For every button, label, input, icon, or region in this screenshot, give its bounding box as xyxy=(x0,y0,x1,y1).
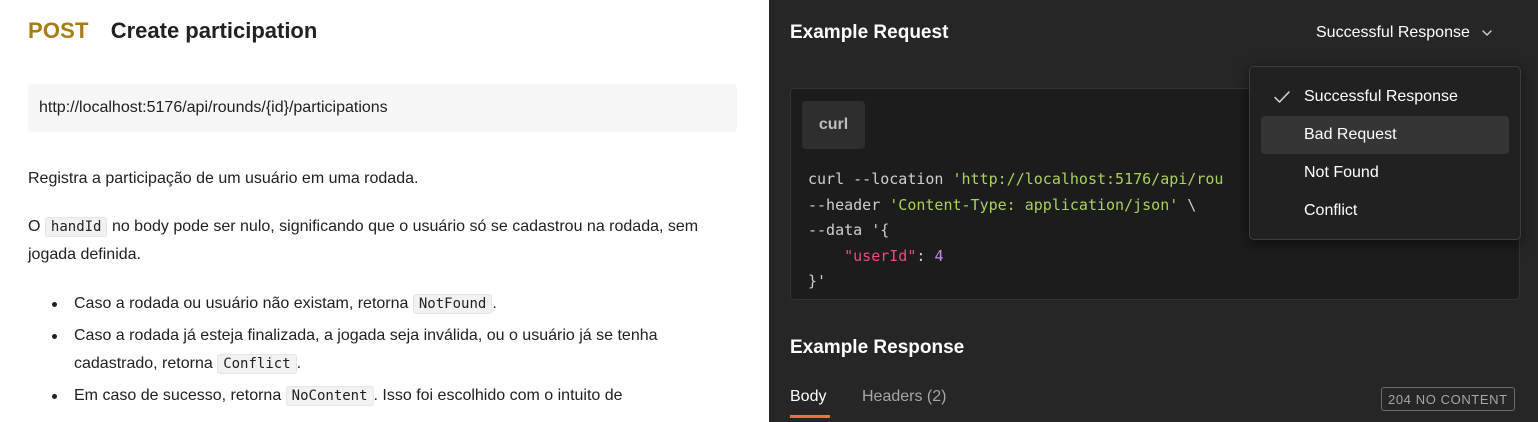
code-token: curl --location xyxy=(808,170,953,188)
inline-code-nocontent: NoContent xyxy=(285,386,374,406)
check-icon xyxy=(1274,91,1290,103)
code-token: }' xyxy=(808,272,827,290)
response-example-select[interactable]: Successful Response xyxy=(1316,24,1494,42)
tab-body[interactable]: Body xyxy=(790,388,831,418)
endpoint-url-text: http://localhost:5176/api/rounds/{id}/pa… xyxy=(39,99,388,116)
example-response-title: Example Response xyxy=(790,337,965,358)
code-snippet[interactable]: curl --location 'http://localhost:5176/a… xyxy=(808,167,1223,295)
list-item-text: Em caso de sucesso, retorna xyxy=(74,387,282,404)
inline-code-conflict: Conflict xyxy=(217,354,297,374)
http-method-label: POST xyxy=(28,18,89,43)
paragraph-prefix: O xyxy=(28,218,41,235)
menu-item-label: Bad Request xyxy=(1304,126,1397,143)
menu-item-conflict[interactable]: Conflict xyxy=(1261,192,1509,230)
example-pane: Example Request Successful Response curl… xyxy=(769,0,1538,422)
tab-headers[interactable]: Headers (2) xyxy=(862,388,946,406)
code-token: \ xyxy=(1178,195,1197,214)
list-item: Em caso de sucesso, retorna NoContent. I… xyxy=(50,382,710,410)
response-notes-list: Caso a rodada ou usuário não existam, re… xyxy=(50,290,710,414)
example-request-title: Example Request xyxy=(790,22,949,43)
description-paragraph: Registra a participação de um usuário em… xyxy=(28,170,419,187)
chevron-down-icon xyxy=(1482,30,1492,36)
menu-item-label: Conflict xyxy=(1304,202,1358,219)
language-selector[interactable]: curl xyxy=(802,101,865,149)
list-item: Caso a rodada já esteja finalizada, a jo… xyxy=(50,322,710,378)
endpoint-name: Create participation xyxy=(110,18,318,43)
handid-paragraph: O handId no body pode ser nulo, signific… xyxy=(28,213,728,268)
code-token: "userId" xyxy=(844,246,917,265)
endpoint-url[interactable]: http://localhost:5176/api/rounds/{id}/pa… xyxy=(28,84,737,132)
status-badge: 204 NO CONTENT xyxy=(1381,387,1515,411)
code-token: 4 xyxy=(934,246,944,265)
list-item-text: Caso a rodada ou usuário não existam, re… xyxy=(74,295,409,312)
code-token: 'Content-Type: application/json' xyxy=(889,195,1179,214)
response-example-menu: Successful Response Bad Request Not Foun… xyxy=(1249,66,1521,240)
list-item-suffix: . xyxy=(296,355,302,372)
code-token: --header xyxy=(808,195,890,214)
paragraph-text: no body pode ser nulo, significando que … xyxy=(28,218,699,263)
inline-code-handid: handId xyxy=(44,217,108,237)
documentation-pane: POST Create participation http://localho… xyxy=(0,0,769,422)
list-item-suffix: . Isso foi escolhido com o intuito de xyxy=(373,387,623,404)
menu-item-label: Successful Response xyxy=(1304,88,1458,105)
inline-code-notfound: NotFound xyxy=(412,294,493,314)
menu-item-not-found[interactable]: Not Found xyxy=(1261,154,1509,192)
response-example-select-label: Successful Response xyxy=(1316,24,1470,41)
menu-item-successful-response[interactable]: Successful Response xyxy=(1261,78,1509,116)
endpoint-title-row: POST Create participation xyxy=(28,18,317,44)
list-item-suffix: . xyxy=(492,295,497,312)
code-token: 'http://localhost:5176/api/rou xyxy=(952,170,1224,188)
code-token: : xyxy=(916,246,935,265)
menu-item-bad-request[interactable]: Bad Request xyxy=(1261,116,1509,154)
list-item: Caso a rodada ou usuário não existam, re… xyxy=(50,290,710,318)
menu-item-label: Not Found xyxy=(1304,164,1379,181)
code-token: --data '{ xyxy=(808,221,890,239)
list-item-text: Caso a rodada já esteja finalizada, a jo… xyxy=(74,327,658,372)
